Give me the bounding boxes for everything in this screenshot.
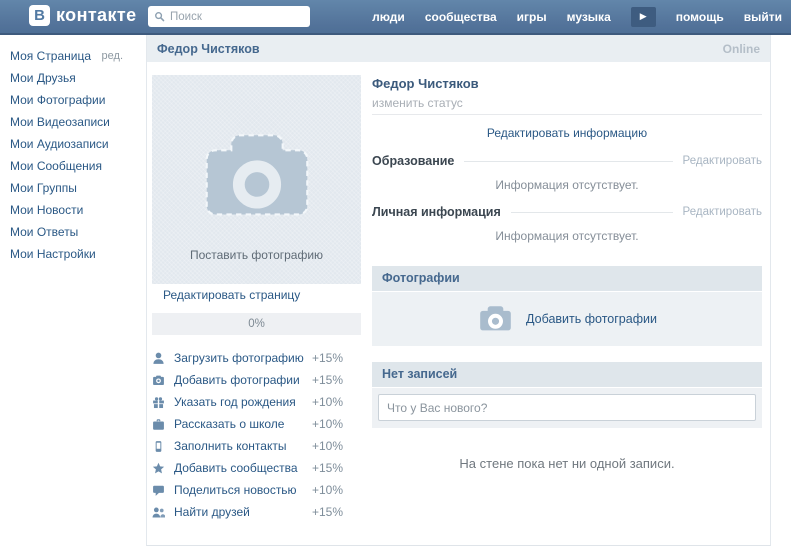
education-section-title: Образование: [372, 154, 455, 168]
checklist-bonus: +15%: [311, 461, 343, 475]
sidebar-item-messages[interactable]: Мои Сообщения: [0, 155, 146, 177]
checklist-row: Добавить сообщества +15%: [152, 457, 343, 479]
chevron-right-icon: ▶: [639, 11, 647, 21]
checklist-find-friends-link[interactable]: Найти друзей: [174, 505, 250, 519]
sidebar-item-news[interactable]: Мои Новости: [0, 199, 146, 221]
divider: [464, 160, 673, 162]
vk-profile-page: В контакте Поиск люди сообщества игры му…: [0, 0, 791, 549]
change-status-link[interactable]: изменить статус: [372, 96, 463, 110]
checklist-row: Указать год рождения +10%: [152, 391, 343, 413]
checklist-bonus: +15%: [311, 505, 343, 519]
briefcase-icon: [152, 418, 165, 431]
checklist-row: Заполнить контакты +10%: [152, 435, 343, 457]
camera-icon: [477, 305, 514, 333]
sidebar-item-replies[interactable]: Мои Ответы: [0, 221, 146, 243]
photo-placeholder-label: Поставить фотографию: [189, 248, 324, 262]
education-empty-text: Информация отсутствует.: [495, 178, 639, 192]
checklist-bonus: +10%: [311, 483, 343, 497]
profile-checklist: Загрузить фотографию +15% Добавить фотог…: [152, 347, 343, 523]
sidebar-item-audios[interactable]: Мои Аудиозаписи: [0, 133, 146, 155]
camera-icon: [152, 374, 165, 387]
checklist-bonus: +15%: [311, 351, 343, 365]
sidebar-item-videos[interactable]: Мои Видеозаписи: [0, 111, 146, 133]
nav-logout[interactable]: выйти: [744, 10, 782, 24]
star-icon: [152, 462, 165, 475]
photos-block-body: Добавить фотографии: [372, 292, 762, 346]
edit-page-link[interactable]: Редактировать страницу: [163, 288, 300, 302]
top-nav-links: люди сообщества игры музыка ▶ помощь вый…: [372, 0, 782, 33]
vk-logo[interactable]: В контакте: [29, 5, 137, 26]
checklist-communities-link[interactable]: Добавить сообщества: [174, 461, 298, 475]
comment-icon: [152, 484, 165, 497]
nav-games[interactable]: игры: [517, 10, 547, 24]
personal-section-row: Личная информация Редактировать: [372, 205, 762, 219]
vk-logo-icon: В: [29, 5, 50, 26]
sidebar-item-label: Моя Страница: [10, 49, 92, 63]
checklist-birthday-link[interactable]: Указать год рождения: [174, 395, 296, 409]
checklist-row: Найти друзей +15%: [152, 501, 343, 523]
profile-header-bar: Федор Чистяков Online: [147, 35, 770, 62]
edit-info-link[interactable]: Редактировать информацию: [487, 126, 647, 140]
nav-more-button[interactable]: ▶: [630, 6, 656, 27]
checklist-row: Добавить фотографии +15%: [152, 369, 343, 391]
checklist-row: Рассказать о школе +10%: [152, 413, 343, 435]
nav-communities[interactable]: сообщества: [425, 10, 497, 24]
sidebar-edit-link[interactable]: ред.: [102, 45, 123, 67]
divider: [510, 211, 673, 213]
divider: [372, 114, 762, 115]
sidebar-item-friends[interactable]: Мои Друзья: [0, 67, 146, 89]
wall-block-header: Нет записей: [372, 362, 762, 387]
profile-photo-placeholder[interactable]: Поставить фотографию: [152, 75, 361, 284]
sidebar: Моя Страница ред. Мои Друзья Мои Фотогра…: [0, 35, 146, 265]
wall-empty-text: На стене пока нет ни одной записи.: [459, 456, 675, 471]
sidebar-item-settings[interactable]: Мои Настройки: [0, 243, 146, 265]
friends-icon: [152, 506, 165, 519]
checklist-school-link[interactable]: Рассказать о школе: [174, 417, 284, 431]
checklist-contacts-link[interactable]: Заполнить контакты: [174, 439, 286, 453]
profile-header-name: Федор Чистяков: [157, 41, 260, 56]
personal-edit-link[interactable]: Редактировать: [683, 206, 762, 218]
sidebar-item-my-page[interactable]: Моя Страница ред.: [0, 45, 146, 67]
search-placeholder: Поиск: [170, 10, 202, 23]
sidebar-item-photos[interactable]: Мои Фотографии: [0, 89, 146, 111]
nav-music[interactable]: музыка: [567, 10, 611, 24]
checklist-add-photos-link[interactable]: Добавить фотографии: [174, 373, 300, 387]
checklist-bonus: +10%: [311, 395, 343, 409]
gift-icon: [152, 396, 165, 409]
checklist-share-news-link[interactable]: Поделиться новостью: [174, 483, 297, 497]
checklist-bonus: +10%: [311, 417, 343, 431]
wall-post-input[interactable]: [378, 394, 756, 421]
camera-icon: [198, 131, 316, 228]
personal-empty-text: Информация отсутствует.: [495, 229, 639, 243]
nav-help[interactable]: помощь: [676, 10, 724, 24]
global-search-box[interactable]: Поиск: [148, 6, 310, 27]
sidebar-item-groups[interactable]: Мои Группы: [0, 177, 146, 199]
checklist-bonus: +15%: [311, 373, 343, 387]
profile-completeness-bar: 0%: [152, 313, 361, 335]
add-photos-link[interactable]: Добавить фотографии: [526, 312, 657, 326]
education-section-row: Образование Редактировать: [372, 154, 762, 168]
phone-icon: [152, 440, 165, 453]
checklist-row: Загрузить фотографию +15%: [152, 347, 343, 369]
education-edit-link[interactable]: Редактировать: [683, 155, 762, 167]
photos-block-header: Фотографии: [372, 266, 762, 291]
personal-section-title: Личная информация: [372, 205, 501, 219]
checklist-bonus: +10%: [311, 439, 343, 453]
nav-people[interactable]: люди: [372, 10, 405, 24]
top-navbar: В контакте Поиск люди сообщества игры му…: [0, 0, 791, 35]
checklist-upload-photo-link[interactable]: Загрузить фотографию: [174, 351, 304, 365]
online-status-badge: Online: [722, 41, 760, 56]
vk-logo-word: контакте: [56, 5, 137, 25]
checklist-row: Поделиться новостью +10%: [152, 479, 343, 501]
person-icon: [152, 352, 165, 365]
profile-name: Федор Чистяков: [372, 76, 479, 91]
search-icon: [154, 11, 165, 22]
